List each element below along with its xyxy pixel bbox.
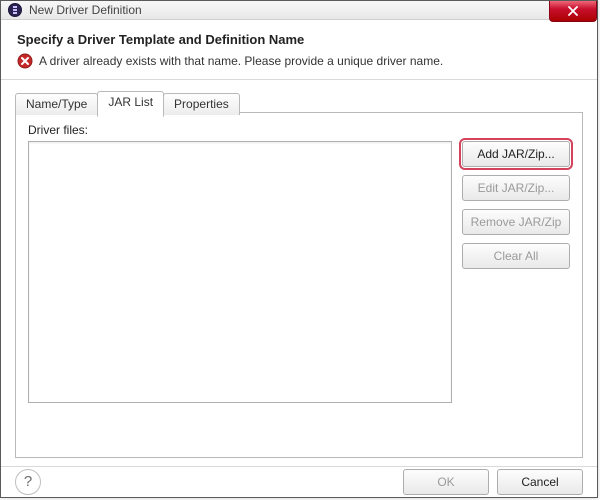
- ok-button[interactable]: OK: [403, 469, 489, 495]
- tab-properties[interactable]: Properties: [163, 93, 240, 115]
- cancel-button[interactable]: Cancel: [497, 469, 583, 495]
- edit-jar-button[interactable]: Edit JAR/Zip...: [462, 175, 570, 201]
- app-icon: [7, 2, 23, 18]
- tab-bar: Name/Type JAR List Properties: [15, 91, 239, 114]
- close-button[interactable]: [549, 1, 597, 22]
- help-button[interactable]: ?: [15, 469, 41, 495]
- jar-content-row: Add JAR/Zip... Edit JAR/Zip... Remove JA…: [28, 141, 570, 445]
- dialog-window: New Driver Definition Specify a Driver T…: [0, 0, 598, 498]
- header-message: A driver already exists with that name. …: [39, 54, 443, 68]
- driver-files-list[interactable]: [28, 141, 452, 403]
- driver-files-label: Driver files:: [28, 123, 570, 137]
- remove-jar-button[interactable]: Remove JAR/Zip: [462, 209, 570, 235]
- tab-content-jar-list: Driver files: Add JAR/Zip... Edit JAR/Zi…: [16, 113, 582, 457]
- tab-jar-list[interactable]: JAR List: [97, 91, 164, 117]
- titlebar: New Driver Definition: [1, 1, 597, 20]
- error-icon: [17, 53, 33, 69]
- header-title: Specify a Driver Template and Definition…: [17, 32, 581, 47]
- header-message-row: A driver already exists with that name. …: [17, 53, 581, 69]
- clear-all-button[interactable]: Clear All: [462, 243, 570, 269]
- dialog-body: Name/Type JAR List Properties Driver fil…: [1, 80, 597, 466]
- dialog-footer: ? OK Cancel: [1, 466, 597, 497]
- jar-side-buttons: Add JAR/Zip... Edit JAR/Zip... Remove JA…: [462, 141, 570, 269]
- header-area: Specify a Driver Template and Definition…: [1, 20, 597, 80]
- add-jar-button[interactable]: Add JAR/Zip...: [462, 141, 570, 167]
- tab-name-type[interactable]: Name/Type: [15, 93, 98, 115]
- window-title: New Driver Definition: [29, 3, 142, 17]
- tab-panel: Name/Type JAR List Properties Driver fil…: [15, 112, 583, 458]
